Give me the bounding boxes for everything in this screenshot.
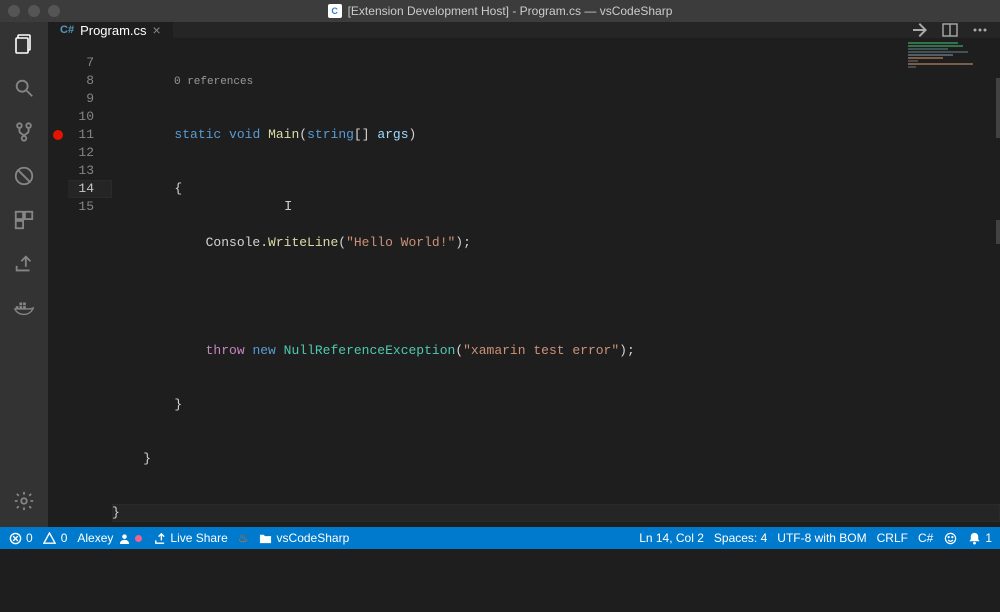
settings-gear-icon[interactable] [12, 489, 36, 513]
codelens[interactable]: 0 references [112, 74, 1000, 90]
editor-body[interactable]: 7 8 9 10 11 12 13 14 15 0 references sta… [48, 38, 1000, 612]
cs-file-icon: C [328, 4, 342, 18]
split-editor-icon[interactable] [942, 22, 958, 38]
line-number: 14 [68, 180, 112, 198]
errors-item[interactable]: 0 [8, 531, 33, 545]
code-line[interactable]: } [112, 396, 1000, 414]
editor-actions [912, 22, 1000, 38]
minimap[interactable] [908, 42, 988, 72]
line-number: 13 [68, 162, 112, 180]
share-icon[interactable] [12, 252, 36, 276]
code-content[interactable]: 0 references static void Main(string[] a… [112, 38, 1000, 612]
line-number: 8 [68, 72, 112, 90]
title-text: [Extension Development Host] - Program.c… [348, 4, 673, 18]
debug-icon[interactable] [12, 164, 36, 188]
code-line[interactable]: Console.WriteLine("Hello World!"); [112, 234, 1000, 252]
error-icon [8, 531, 22, 545]
explorer-icon[interactable] [12, 32, 36, 56]
scrollbar[interactable] [996, 78, 1000, 138]
code-line[interactable]: } [112, 450, 1000, 468]
line-number: 10 [68, 108, 112, 126]
error-count: 0 [26, 531, 33, 545]
breakpoint-icon[interactable] [53, 130, 63, 140]
line-number: 11 [68, 126, 112, 144]
docker-icon[interactable] [12, 296, 36, 320]
search-icon[interactable] [12, 76, 36, 100]
tab-label: Program.cs [80, 23, 146, 38]
code-line[interactable] [112, 558, 1000, 576]
minimize-window[interactable] [28, 5, 40, 17]
more-actions-icon[interactable] [972, 22, 988, 38]
tab-program-cs[interactable]: C# Program.cs × [48, 22, 174, 38]
editor-zone: C# Program.cs × 7 8 9 [48, 22, 1000, 527]
code-line[interactable] [112, 288, 1000, 306]
text-cursor-icon: I [284, 198, 292, 216]
code-line[interactable]: static void Main(string[] args) [112, 126, 1000, 144]
titlebar: C [Extension Development Host] - Program… [0, 0, 1000, 22]
code-line-current[interactable]: } [112, 504, 1000, 522]
window-controls[interactable] [8, 5, 60, 17]
maximize-window[interactable] [48, 5, 60, 17]
line-number: 12 [68, 144, 112, 162]
code-line[interactable]: { [112, 180, 1000, 198]
activity-bar [0, 22, 48, 527]
cs-file-icon: C# [60, 24, 74, 36]
close-window[interactable] [8, 5, 20, 17]
scrollbar-marker [996, 220, 1000, 244]
line-number: 9 [68, 90, 112, 108]
source-control-icon[interactable] [12, 120, 36, 144]
line-number: 15 [68, 198, 112, 216]
tab-bar: C# Program.cs × [48, 22, 1000, 38]
close-tab-icon[interactable]: × [153, 22, 161, 38]
extensions-icon[interactable] [12, 208, 36, 232]
window-title: C [Extension Development Host] - Program… [328, 4, 673, 18]
code-line[interactable]: throw new NullReferenceException("xamari… [112, 342, 1000, 360]
line-number: 7 [68, 54, 112, 72]
diff-icon[interactable] [912, 22, 928, 38]
